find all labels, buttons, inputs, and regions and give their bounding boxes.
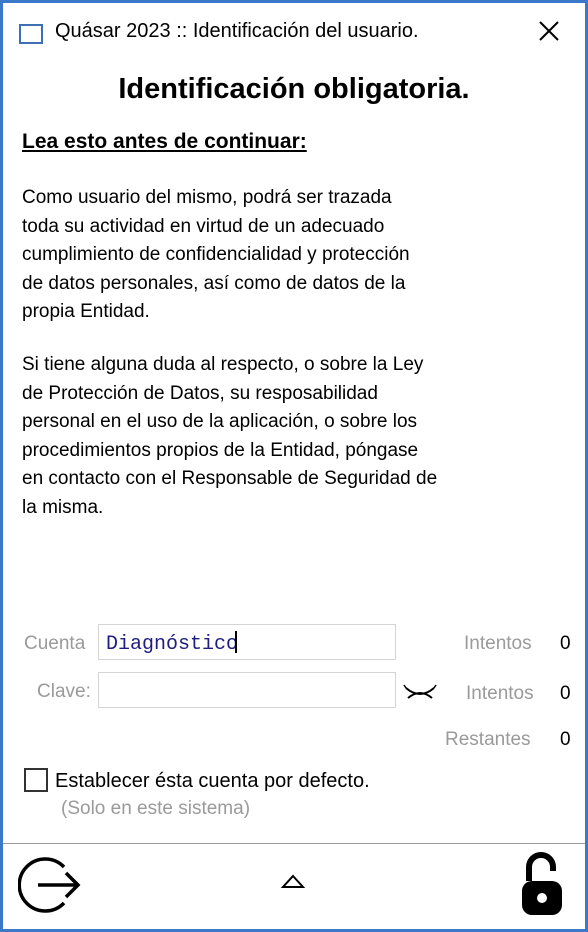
text-caret [235, 631, 238, 653]
close-button[interactable] [531, 15, 567, 51]
password-attempts-value: 0 [560, 683, 571, 704]
login-window: Quásar 2023 :: Identificación del usuari… [0, 0, 588, 932]
account-input[interactable]: Diagnóstico [98, 624, 396, 660]
default-account-checkbox[interactable] [24, 768, 48, 792]
account-attempts-label: Intentos [464, 633, 532, 654]
exit-icon [17, 857, 81, 913]
window-title: Quásar 2023 :: Identificación del usuari… [55, 20, 419, 42]
page-title: Identificación obligatoria. [118, 73, 470, 105]
unlock-button[interactable] [517, 851, 567, 917]
password-input[interactable] [98, 672, 396, 708]
exit-button[interactable] [17, 853, 84, 917]
default-account-note: (Solo en este sistema) [61, 798, 251, 819]
window-icon [19, 24, 43, 44]
account-input-value: Diagnóstico [106, 633, 239, 656]
unlock-icon [522, 852, 562, 915]
expand-button[interactable] [279, 871, 307, 893]
account-label: Cuenta [24, 633, 86, 654]
password-attempts-label: Intentos [466, 683, 534, 704]
title-bar: Quásar 2023 :: Identificación del usuari… [3, 3, 585, 63]
notice-subtitle: Lea esto antes de continuar: [22, 130, 307, 153]
notice-paragraph-2: Si tiene alguna duda al respecto, o sobr… [22, 354, 438, 518]
chevron-up-icon [280, 874, 306, 888]
notice-paragraph-1: Como usuario del mismo, podrá ser trazad… [22, 187, 410, 323]
account-attempts-value: 0 [560, 633, 571, 654]
footer-divider [3, 843, 585, 844]
remaining-value: 0 [560, 729, 571, 750]
show-password-button[interactable] [403, 679, 437, 705]
remaining-label: Restantes [445, 729, 531, 750]
close-icon [539, 21, 559, 41]
eye-closed-icon [403, 684, 437, 699]
default-account-label[interactable]: Establecer ésta cuenta por defecto. [55, 770, 370, 793]
password-label: Clave: [37, 681, 91, 702]
